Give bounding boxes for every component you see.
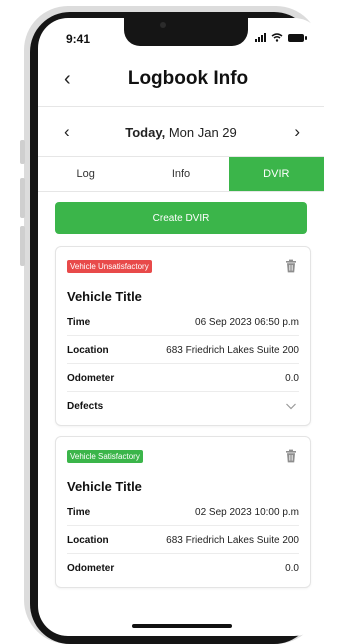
row-value: 683 Friedrich Lakes Suite 200: [166, 535, 299, 546]
app-screen: 9:41 ‹ Logbook Info ‹ Today, Mon Jan 29 …: [38, 18, 324, 636]
tab-bar: Log Info DVIR: [38, 156, 324, 192]
tab-info[interactable]: Info: [133, 157, 228, 191]
location-row: Location 683 Friedrich Lakes Suite 200: [67, 529, 299, 554]
dvir-card[interactable]: Vehicle Unsatisfactory Vehicle Title Tim…: [55, 246, 311, 426]
row-value: 06 Sep 2023 06:50 p.m: [195, 317, 299, 328]
volume-up-button: [20, 178, 25, 218]
page-title: Logbook Info: [127, 68, 249, 89]
date-navigator: ‹ Today, Mon Jan 29 ›: [38, 122, 324, 146]
mute-switch: [20, 140, 25, 164]
row-value: 0.0: [285, 373, 299, 384]
signal-icon: [255, 33, 266, 42]
row-value: 683 Friedrich Lakes Suite 200: [166, 345, 299, 356]
trash-icon[interactable]: [284, 449, 298, 463]
row-label: Defects: [67, 401, 104, 412]
home-indicator[interactable]: [132, 624, 232, 628]
vehicle-title: Vehicle Title: [67, 479, 142, 494]
row-label: Time: [67, 317, 91, 328]
notch: [124, 18, 248, 46]
wifi-icon: [271, 33, 283, 42]
next-day-button[interactable]: ›: [294, 122, 300, 142]
today-label: Today,: [125, 125, 166, 140]
status-badge: Vehicle Unsatisfactory: [67, 260, 152, 273]
status-badge: Vehicle Satisfactory: [67, 450, 143, 463]
time-row: Time 06 Sep 2023 06:50 p.m: [67, 311, 299, 336]
vehicle-title: Vehicle Title: [67, 289, 142, 304]
row-label: Odometer: [67, 373, 115, 384]
tab-log[interactable]: Log: [38, 157, 133, 191]
trash-icon[interactable]: [284, 259, 298, 273]
header: ‹ Logbook Info: [38, 62, 324, 102]
current-date: Today, Mon Jan 29: [38, 125, 324, 140]
location-row: Location 683 Friedrich Lakes Suite 200: [67, 339, 299, 364]
odometer-row: Odometer 0.0: [67, 557, 299, 581]
chevron-down-icon[interactable]: [285, 400, 297, 412]
tab-dvir[interactable]: DVIR: [228, 157, 324, 191]
time-row: Time 02 Sep 2023 10:00 p.m: [67, 501, 299, 526]
row-value: 0.0: [285, 563, 299, 574]
row-value: 02 Sep 2023 10:00 p.m: [195, 507, 299, 518]
create-dvir-button[interactable]: Create DVIR: [55, 202, 307, 234]
row-label: Time: [67, 507, 91, 518]
odometer-row: Odometer 0.0: [67, 367, 299, 392]
defects-row[interactable]: Defects: [67, 395, 299, 419]
camera-dot: [160, 22, 166, 28]
date-value: Mon Jan 29: [165, 125, 237, 140]
volume-down-button: [20, 226, 25, 266]
dvir-card[interactable]: Vehicle Satisfactory Vehicle Title Time …: [55, 436, 311, 588]
header-divider: [38, 106, 324, 107]
battery-icon: [288, 33, 307, 42]
status-time: 9:41: [66, 32, 91, 46]
row-label: Odometer: [67, 563, 115, 574]
status-icons: [255, 33, 307, 42]
row-label: Location: [67, 535, 109, 546]
row-label: Location: [67, 345, 109, 356]
